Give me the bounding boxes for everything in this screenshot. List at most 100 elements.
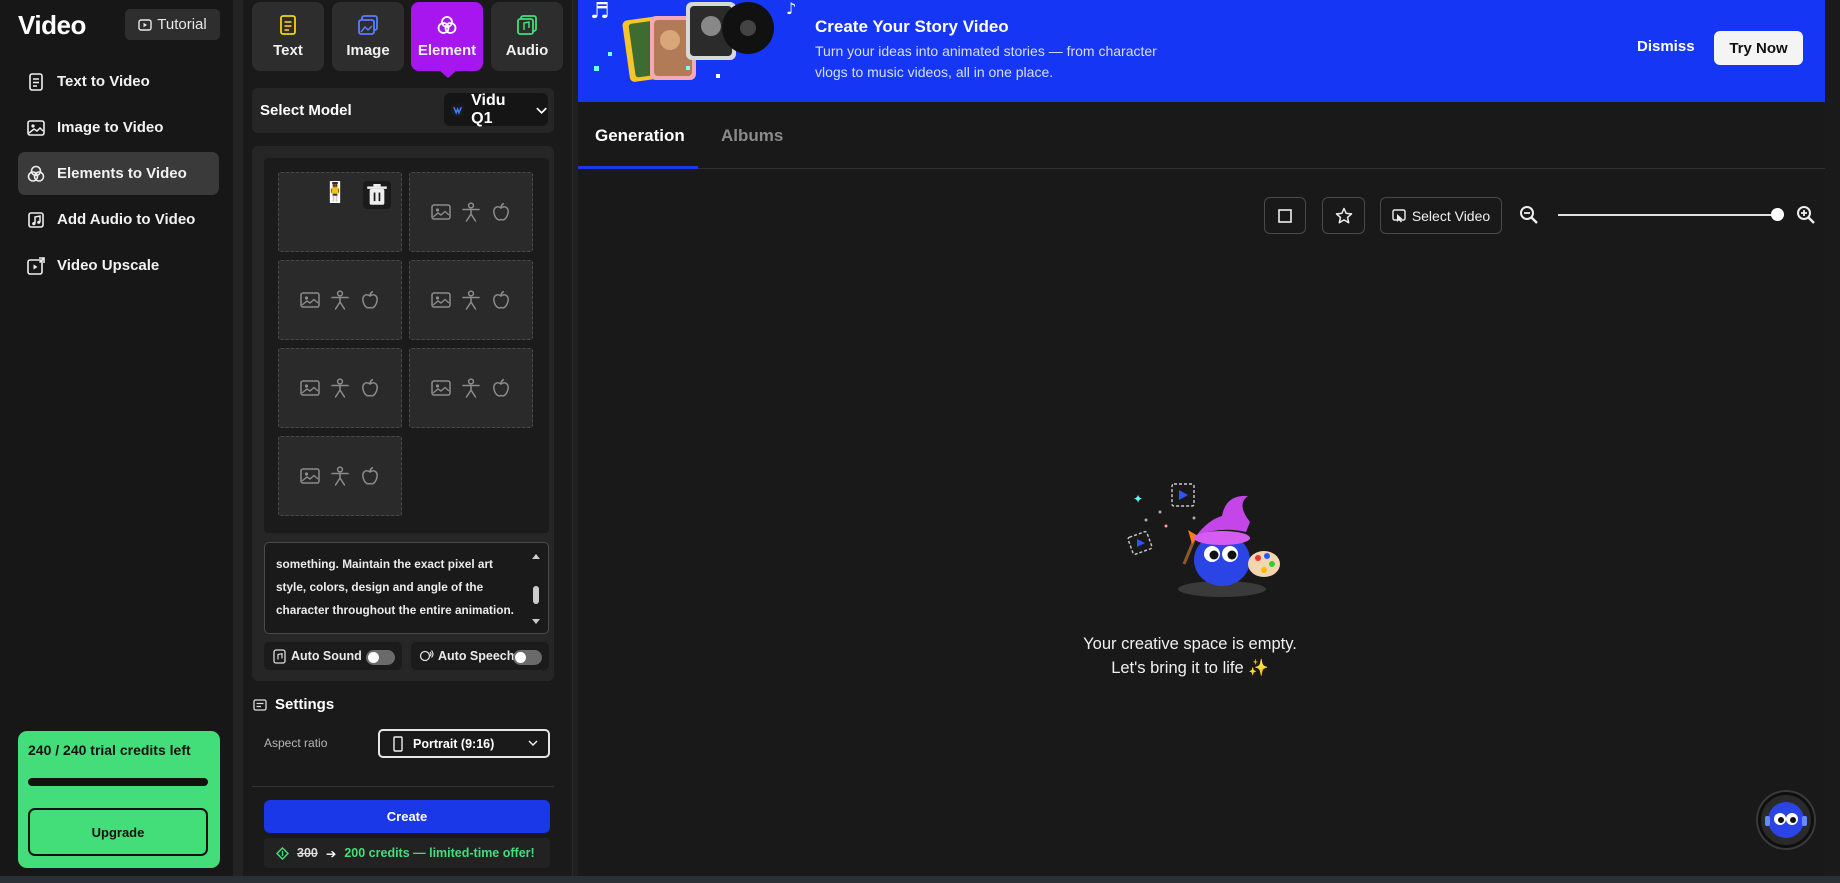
auto-speech-toggle[interactable]: Auto Speech: [411, 642, 549, 670]
old-price: 300: [297, 846, 318, 860]
model-value: Vidu Q1: [471, 91, 506, 127]
image-icon: [300, 468, 320, 484]
credit-icon: [276, 846, 289, 860]
panel-scrollbar[interactable]: [572, 0, 578, 883]
select-cursor-icon: [1392, 208, 1406, 222]
element-slot-filled[interactable]: [278, 172, 402, 252]
apple-object-icon: [493, 290, 509, 309]
favorites-button[interactable]: [1322, 197, 1365, 234]
prompt-scrollbar[interactable]: [531, 553, 541, 625]
empty-state-line1: Your creative space is empty.: [1083, 635, 1297, 653]
nav-label: Add Audio to Video: [57, 211, 196, 228]
apple-object-icon: [362, 290, 378, 309]
person-icon: [462, 290, 480, 310]
tab-image-mode[interactable]: Image: [332, 2, 404, 71]
tab-label: Element: [417, 42, 477, 59]
model-select[interactable]: Vidu Q1: [444, 91, 548, 127]
prompt-text: something. Maintain the exact pixel art …: [276, 557, 514, 617]
image-icon: [431, 292, 451, 308]
select-all-checkbox[interactable]: [1264, 197, 1306, 234]
try-now-button[interactable]: Try Now: [1714, 31, 1803, 65]
robot-assistant-icon: [1765, 802, 1807, 838]
svg-text:♬: ♬: [590, 0, 610, 24]
zoom-out-icon[interactable]: [1519, 205, 1539, 225]
tab-text-mode[interactable]: Text: [252, 2, 324, 71]
image-icon: [300, 380, 320, 396]
prompt-textarea[interactable]: something. Maintain the exact pixel art …: [264, 542, 549, 634]
auto-speech-switch[interactable]: [513, 650, 542, 665]
chevron-down-icon: [536, 107, 547, 114]
element-slot-empty[interactable]: [278, 260, 402, 340]
person-icon: [462, 378, 480, 398]
tabs-divider: [578, 168, 1825, 169]
element-panel: Text Image Element Audio Select Model Vi…: [243, 0, 572, 883]
nav-add-audio-to-video[interactable]: Add Audio to Video: [18, 198, 219, 241]
document-icon: [29, 72, 43, 91]
nav-label: Video Upscale: [57, 257, 160, 274]
speech-icon: [419, 649, 434, 661]
zoom-slider-handle[interactable]: [1771, 208, 1784, 221]
nav-elements-to-video[interactable]: Elements to Video: [18, 152, 219, 195]
audio-mode-icon: [517, 15, 537, 35]
left-nav: Video Tutorial Text to Video Image to Vi…: [0, 0, 233, 883]
tutorial-button[interactable]: Tutorial: [125, 9, 220, 40]
tab-label: Text: [273, 42, 303, 59]
dismiss-button[interactable]: Dismiss: [1637, 38, 1695, 55]
tab-albums[interactable]: Albums: [721, 126, 783, 146]
credits-text: 240 / 240 trial credits left: [28, 742, 191, 758]
element-slot-empty[interactable]: [409, 348, 533, 428]
sound-file-icon: [273, 648, 286, 664]
credits-card: 240 / 240 trial credits left Upgrade: [18, 731, 220, 868]
element-slot-empty[interactable]: [409, 260, 533, 340]
aspect-ratio-select[interactable]: Portrait (9:16): [378, 729, 550, 758]
image-icon: [431, 380, 451, 396]
tab-generation[interactable]: Generation: [595, 126, 685, 146]
auto-sound-switch[interactable]: [366, 650, 395, 665]
element-slot-empty[interactable]: [278, 436, 402, 516]
auto-sound-toggle[interactable]: Auto Sound: [264, 642, 402, 670]
image-mode-icon: [358, 15, 378, 35]
upgrade-button[interactable]: Upgrade: [28, 808, 208, 856]
tab-element-mode[interactable]: Element: [411, 2, 483, 78]
nav-label: Text to Video: [57, 73, 150, 90]
tab-audio-mode[interactable]: Audio: [491, 2, 563, 71]
element-mode-icon: [437, 16, 457, 34]
element-slots-grid: [264, 158, 549, 533]
person-icon: [331, 466, 349, 486]
person-icon: [462, 202, 480, 222]
vidu-logo-icon: [451, 102, 465, 117]
tab-label: Image: [346, 42, 390, 59]
left-nav-scrollbar[interactable]: [233, 0, 243, 883]
trash-icon: [367, 184, 387, 205]
apple-object-icon: [362, 378, 378, 397]
tutorial-label: Tutorial: [157, 16, 207, 33]
nav-image-to-video[interactable]: Image to Video: [18, 106, 219, 149]
assistant-chat-button[interactable]: [1758, 792, 1814, 848]
elements-card: something. Maintain the exact pixel art …: [252, 146, 554, 681]
apple-object-icon: [362, 466, 378, 485]
svg-text:✦: ✦: [1133, 492, 1143, 506]
credit-offer: 300 ➔ 200 credits — limited-time offer!: [264, 838, 550, 868]
image-icon: [300, 292, 320, 308]
element-slot-empty[interactable]: [278, 348, 402, 428]
main-scrollbar[interactable]: [1825, 0, 1840, 883]
model-label: Select Model: [260, 102, 352, 119]
zoom-slider-track[interactable]: [1558, 214, 1782, 216]
delete-element-button[interactable]: [363, 181, 391, 209]
banner-title: Create Your Story Video: [815, 17, 1009, 36]
chevron-down-icon: [528, 740, 538, 747]
character-thumbnail: [329, 181, 341, 203]
divider: [252, 786, 554, 787]
text-mode-icon: [280, 15, 296, 35]
nav-text-to-video[interactable]: Text to Video: [18, 60, 219, 103]
banner-artwork: ♬ ♪: [590, 0, 796, 82]
nav-video-upscale[interactable]: Video Upscale: [18, 244, 219, 287]
create-button[interactable]: Create: [264, 800, 550, 833]
checkbox-icon: [1278, 208, 1292, 223]
select-video-button[interactable]: Select Video: [1380, 197, 1502, 234]
brand-title: Video: [18, 10, 86, 40]
element-slot-empty[interactable]: [409, 172, 533, 252]
zoom-in-icon[interactable]: [1796, 205, 1816, 225]
apple-object-icon: [493, 378, 509, 397]
image-icon: [27, 119, 45, 136]
